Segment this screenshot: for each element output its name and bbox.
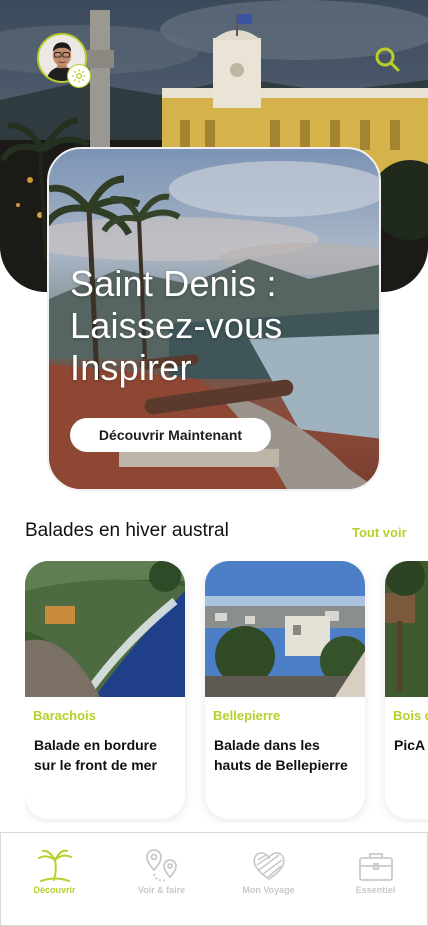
card-category: Bellepierre — [213, 708, 281, 723]
nav-label: Essentiel — [355, 885, 396, 895]
featured-title: Saint Denis : Laissez-vous Inspirer — [70, 263, 360, 389]
featured-title-line2: Laissez-vous — [70, 305, 283, 346]
featured-title-line1: Saint Denis : — [70, 263, 277, 304]
featured-card[interactable]: Saint Denis : Laissez-vous Inspirer Déco… — [47, 147, 381, 491]
gear-icon[interactable] — [67, 64, 91, 88]
see-all-link[interactable]: Tout voir — [352, 525, 407, 540]
nav-item-decouvrir[interactable]: Découvrir — [1, 833, 108, 926]
card-title: Balade en bordure sur le front de mer — [34, 737, 157, 773]
search-icon[interactable] — [373, 45, 401, 73]
nav-item-essentiel[interactable]: Essentiel — [322, 833, 428, 926]
walk-card[interactable]: Barachois Balade en bordure sur le front… — [25, 561, 185, 819]
walks-carousel[interactable]: Barachois Balade en bordure sur le front… — [25, 561, 428, 823]
card-title: PicA — [394, 737, 426, 753]
card-category: Bois de — [393, 708, 428, 723]
heart-icon — [249, 846, 289, 886]
nav-item-mon-voyage[interactable]: Mon Voyage — [215, 833, 322, 926]
discover-now-button[interactable]: Découvrir Maintenant — [70, 418, 271, 452]
nav-item-voir-faire[interactable]: Voir & faire — [108, 833, 215, 926]
nav-label: Découvrir — [33, 885, 76, 895]
nav-label: Voir & faire — [137, 885, 186, 895]
nav-label: Mon Voyage — [242, 885, 295, 895]
palm-tree-icon — [35, 846, 75, 886]
bottom-navigation: Découvrir Voir & faire Mon Voyage Essent… — [0, 832, 428, 926]
card-image — [25, 561, 185, 697]
suitcase-icon — [356, 846, 396, 886]
walk-card[interactable]: Bois de PicA — [385, 561, 428, 819]
card-title: Balade dans les hauts de Bellepierre — [214, 737, 348, 773]
section-title: Balades en hiver austral — [25, 520, 229, 541]
walk-card[interactable]: Bellepierre Balade dans les hauts de Bel… — [205, 561, 365, 819]
card-image — [205, 561, 365, 697]
card-category: Barachois — [33, 708, 96, 723]
map-pins-icon — [142, 846, 182, 886]
featured-title-line3: Inspirer — [70, 347, 192, 388]
card-image — [385, 561, 428, 697]
